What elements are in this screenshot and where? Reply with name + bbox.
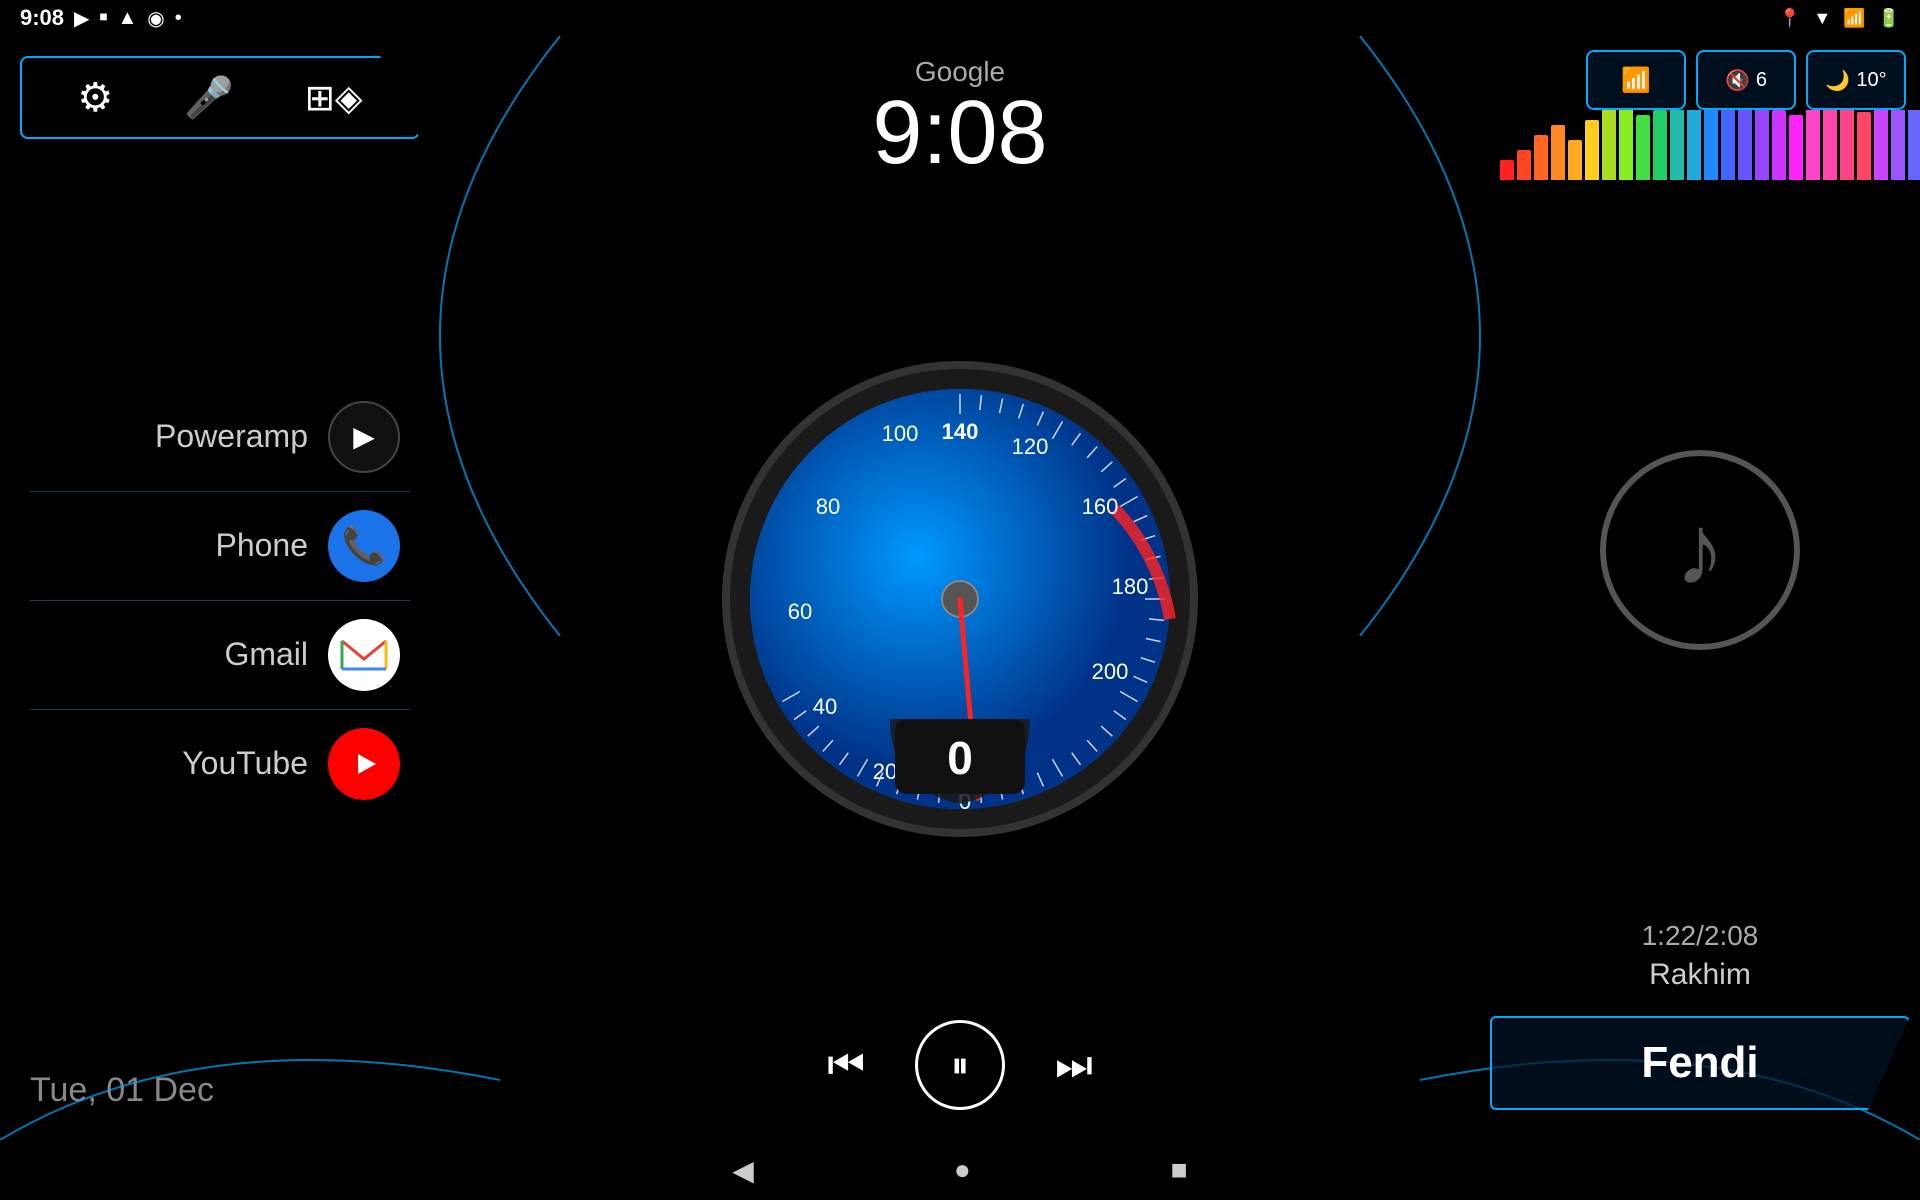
svg-text:180: 180	[1112, 574, 1149, 599]
svg-text:140: 140	[942, 419, 979, 444]
dot-icon: •	[175, 7, 182, 30]
wifi-icon: 📶	[1621, 66, 1651, 95]
poweramp-play-button[interactable]: ▶	[328, 401, 400, 473]
eq-bar-24	[1908, 110, 1920, 180]
time-value: 9:08	[872, 88, 1047, 178]
eq-bar-10	[1670, 110, 1684, 180]
plex-icon: ◉	[147, 6, 164, 31]
track-time: 1:22/2:08	[1490, 920, 1910, 952]
svg-text:160: 160	[1082, 494, 1119, 519]
eq-bar-23	[1891, 110, 1905, 180]
nav-bar: ◀ ● ■	[0, 1140, 1920, 1200]
app-item-gmail[interactable]: Gmail	[30, 601, 410, 710]
recents-button[interactable]: ■	[1171, 1154, 1188, 1186]
eq-bar-2	[1534, 135, 1548, 180]
equalizer	[1480, 110, 1920, 190]
music-icon: ♪	[1600, 450, 1800, 650]
svg-text:80: 80	[816, 494, 840, 519]
app-list: Poweramp ▶ Phone 📞 Gmail YouTube	[0, 149, 440, 1051]
settings-icon[interactable]: ⚙	[77, 75, 113, 121]
eq-bar-6	[1602, 110, 1616, 180]
eq-bar-17	[1789, 115, 1803, 180]
app-item-youtube[interactable]: YouTube	[30, 710, 410, 818]
eq-bar-1	[1517, 150, 1531, 180]
volume-status-widget: 🔇 6	[1696, 50, 1796, 110]
status-left: 9:08 ▶ ⏹ ▲ ◉ •	[20, 5, 182, 31]
weather-status-widget: 🌙 10°	[1806, 50, 1906, 110]
time-display: Google 9:08	[872, 36, 1047, 178]
eq-bar-5	[1585, 120, 1599, 180]
svg-text:40: 40	[813, 694, 837, 719]
gmail-icon[interactable]	[328, 619, 400, 691]
moon-icon: 🌙	[1825, 68, 1850, 93]
right-status-bar: 📶 🔇 6 🌙 10°	[1480, 36, 1920, 110]
wifi-status-icon: ▼	[1813, 8, 1831, 29]
svg-text:100: 100	[882, 421, 919, 446]
app-item-phone[interactable]: Phone 📞	[30, 492, 410, 601]
svg-text:0: 0	[947, 732, 973, 784]
eq-bar-13	[1721, 110, 1735, 180]
control-bar: ⚙ 🎤 ⊞◈	[20, 56, 420, 139]
microphone-icon[interactable]: 🎤	[184, 74, 234, 121]
app-label-youtube: YouTube	[182, 745, 308, 782]
center-panel: Google 9:08	[440, 36, 1480, 1140]
svg-text:200: 200	[1092, 659, 1129, 684]
signal-icon: 📶	[1843, 8, 1865, 29]
grid-icon[interactable]: ⊞◈	[305, 77, 363, 119]
svg-text:20: 20	[873, 759, 897, 784]
eq-bar-8	[1636, 115, 1650, 180]
status-right: 📍 ▼ 📶 🔋	[1779, 8, 1900, 29]
eq-bar-16	[1772, 110, 1786, 180]
eq-bar-20	[1840, 110, 1854, 180]
eq-bar-11	[1687, 110, 1701, 180]
location-icon: 📍	[1779, 8, 1801, 29]
track-info: 1:22/2:08 Rakhim	[1480, 910, 1920, 1002]
left-panel: ⚙ 🎤 ⊞◈ Poweramp ▶ Phone 📞 Gmail	[0, 36, 440, 1140]
status-bar: 9:08 ▶ ⏹ ▲ ◉ • 📍 ▼ 📶 🔋	[0, 0, 1920, 36]
battery-icon: 🔋	[1878, 8, 1900, 29]
svg-text:120: 120	[1012, 434, 1049, 459]
eq-bar-3	[1551, 125, 1565, 180]
eq-bar-15	[1755, 110, 1769, 180]
back-button[interactable]: ◀	[732, 1154, 754, 1187]
music-icon-area: ♪	[1480, 190, 1920, 910]
pause-button[interactable]: ⏸	[915, 1020, 1005, 1110]
status-time: 9:08	[20, 5, 64, 31]
track-artist: Rakhim	[1490, 958, 1910, 992]
phone-icon[interactable]: 📞	[328, 510, 400, 582]
mute-icon: 🔇	[1725, 68, 1750, 93]
svg-text:60: 60	[788, 599, 812, 624]
eq-bar-19	[1823, 110, 1837, 180]
song-banner: Fendi	[1490, 1016, 1910, 1110]
speedometer-svg: 140 120 160 180 200 100 80 60 40 20 0	[720, 359, 1200, 839]
prev-button[interactable]: ⏮	[827, 1041, 865, 1090]
eq-bar-22	[1874, 110, 1888, 180]
eq-bar-0	[1500, 160, 1514, 180]
app-label-poweramp: Poweramp	[155, 418, 308, 455]
eq-bar-14	[1738, 110, 1752, 180]
temperature: 10°	[1856, 69, 1886, 92]
eq-bar-9	[1653, 110, 1667, 180]
play-icon: ▶	[74, 6, 89, 31]
eq-bar-21	[1857, 112, 1871, 180]
speedometer-container: 140 120 160 180 200 100 80 60 40 20 0	[720, 178, 1200, 1020]
volume-level: 6	[1756, 69, 1767, 92]
media-controls: ⏮ ⏸ ⏭	[827, 1020, 1093, 1140]
eq-bar-18	[1806, 110, 1820, 180]
app-label-phone: Phone	[215, 527, 308, 564]
eq-bar-7	[1619, 110, 1633, 180]
speedometer: 140 120 160 180 200 100 80 60 40 20 0	[720, 359, 1200, 839]
stop-icon: ⏹	[99, 9, 107, 27]
home-button[interactable]: ●	[954, 1154, 971, 1186]
wifi-status-widget: 📶	[1586, 50, 1686, 110]
eq-bar-4	[1568, 140, 1582, 180]
app-label-gmail: Gmail	[224, 636, 308, 673]
date-display: Tue, 01 Dec	[0, 1051, 440, 1140]
right-panel: 📶 🔇 6 🌙 10° ♪ 1:22/2:08 Rakhim Fendi	[1480, 36, 1920, 1140]
youtube-icon[interactable]	[328, 728, 400, 800]
autodesk-icon: ▲	[117, 7, 137, 30]
eq-bar-12	[1704, 110, 1718, 180]
app-item-poweramp[interactable]: Poweramp ▶	[30, 383, 410, 492]
next-button[interactable]: ⏭	[1055, 1041, 1093, 1090]
